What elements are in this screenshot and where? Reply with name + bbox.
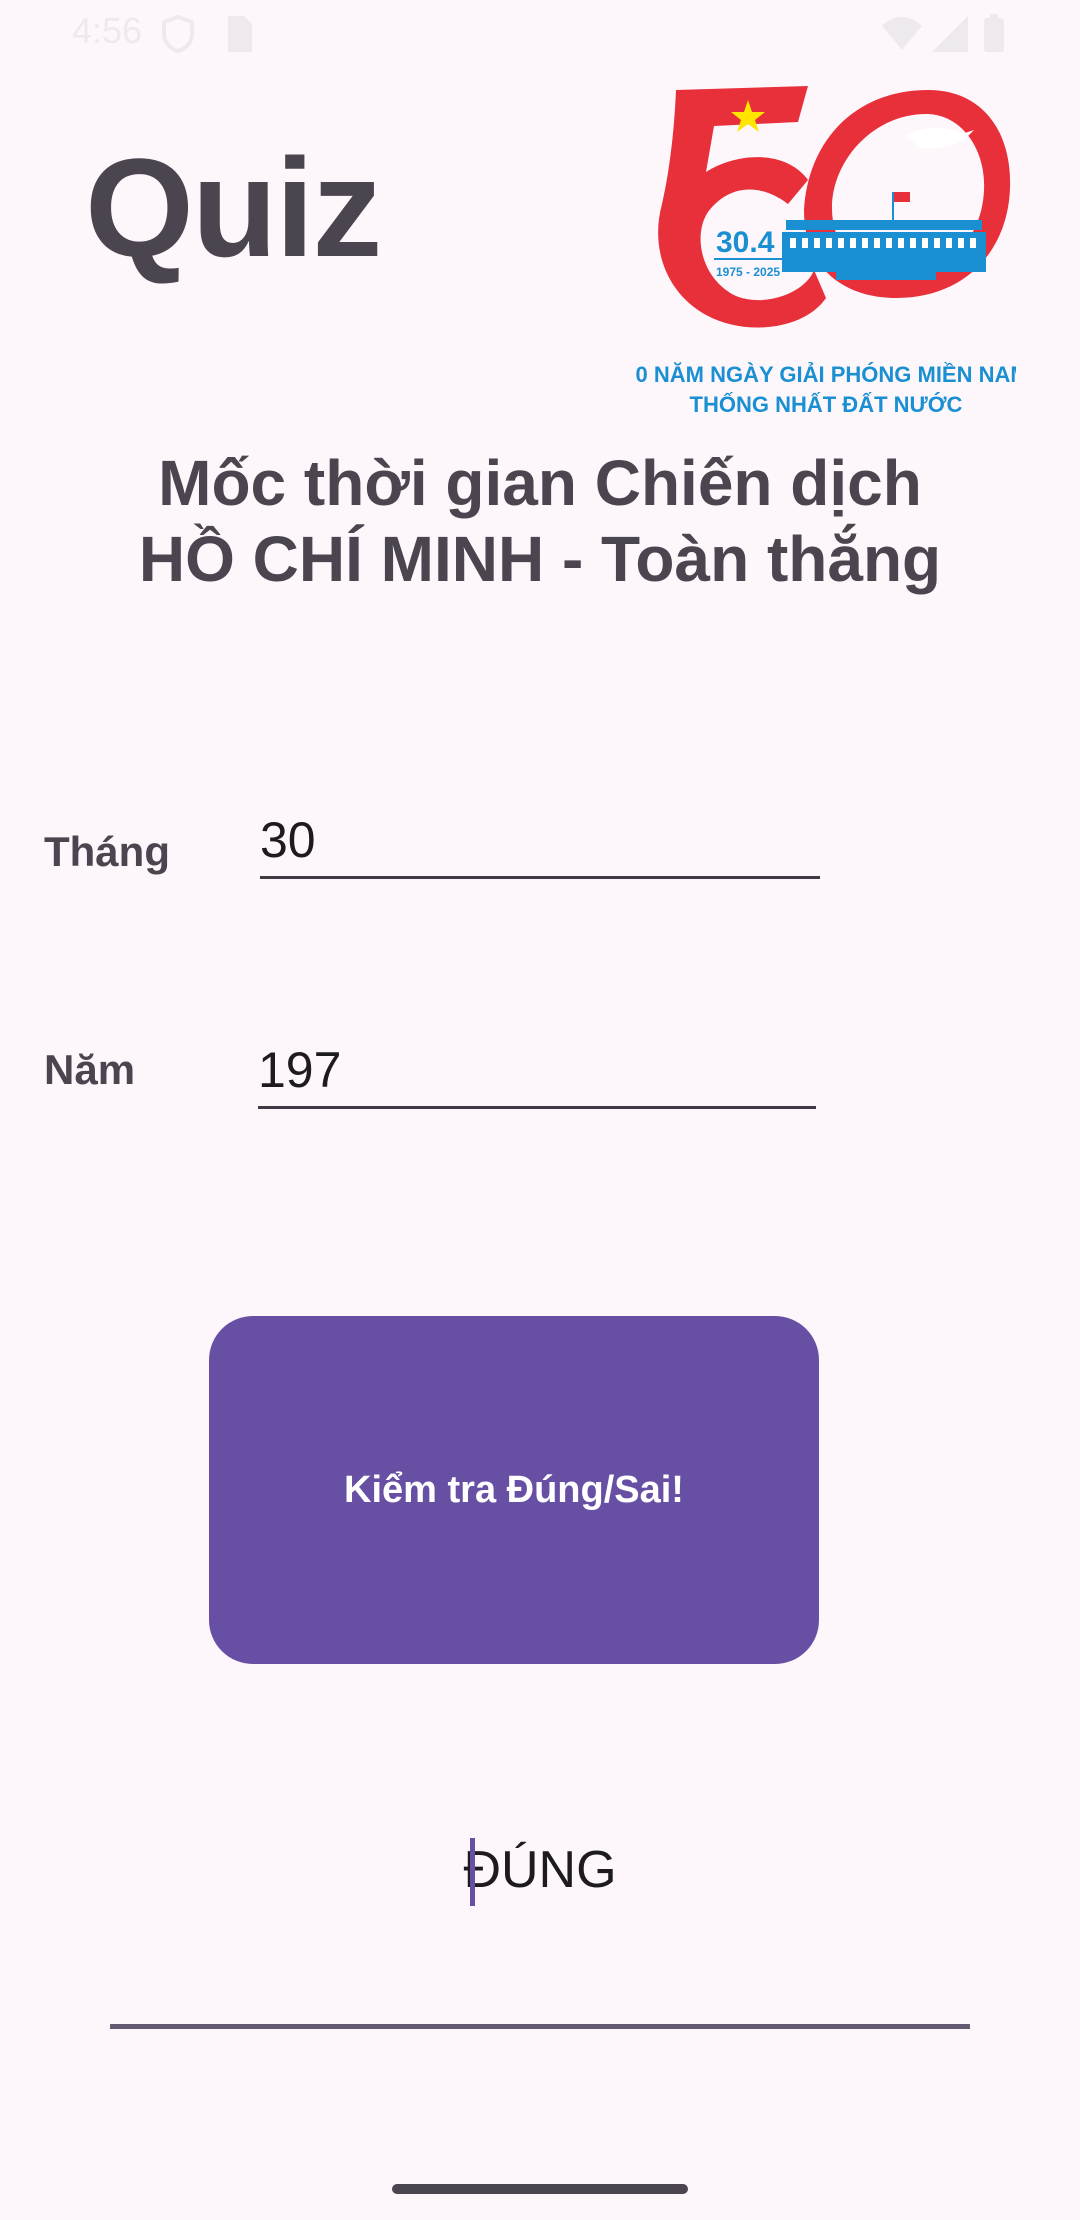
wifi-icon <box>882 17 922 50</box>
shield-icon <box>162 14 194 54</box>
quiz-screen: 4:56 Quiz 30.4 1975 - 2025 50 NĂM NGÀY G… <box>0 0 1080 2220</box>
home-indicator[interactable] <box>392 2184 688 2194</box>
month-label: Tháng <box>44 828 170 875</box>
result-field-underline <box>110 2024 970 2029</box>
logo-caption-line2: THỐNG NHẤT ĐẤT NƯỚC <box>690 391 963 417</box>
anniversary-logo: 30.4 1975 - 2025 50 NĂM NGÀY GIẢI PHÓNG … <box>623 80 1029 420</box>
status-bar: 4:56 <box>0 0 1080 64</box>
result-field[interactable]: ĐÚNG <box>110 1840 970 1900</box>
text-cursor <box>470 1838 475 1906</box>
signal-icon <box>932 16 968 52</box>
sim-card-icon <box>228 16 252 52</box>
quiz-question-title: Mốc thời gian Chiến dịch HỒ CHÍ MINH - T… <box>0 445 1080 597</box>
anniversary-50-logo-image: 30.4 1975 - 2025 50 NĂM NGÀY GIẢI PHÓNG … <box>623 86 1029 417</box>
svg-text:30.4: 30.4 <box>716 226 775 259</box>
question-line-1: Mốc thời gian Chiến dịch <box>158 447 922 519</box>
battery-icon <box>984 14 1004 52</box>
page-title: Quiz <box>85 129 382 286</box>
status-time: 4:56 <box>72 10 143 51</box>
logo-years: 1975 - 2025 <box>716 265 780 279</box>
question-line-2: HỒ CHÍ MINH - Toàn thắng <box>138 523 942 595</box>
year-label: Năm <box>44 1046 136 1093</box>
year-input[interactable] <box>258 1034 816 1109</box>
month-input[interactable] <box>260 804 820 879</box>
check-answer-button[interactable]: Kiểm tra Đúng/Sai! <box>209 1316 819 1664</box>
logo-caption-line1: 50 NĂM NGÀY GIẢI PHÓNG MIỀN NAM <box>636 362 1016 387</box>
